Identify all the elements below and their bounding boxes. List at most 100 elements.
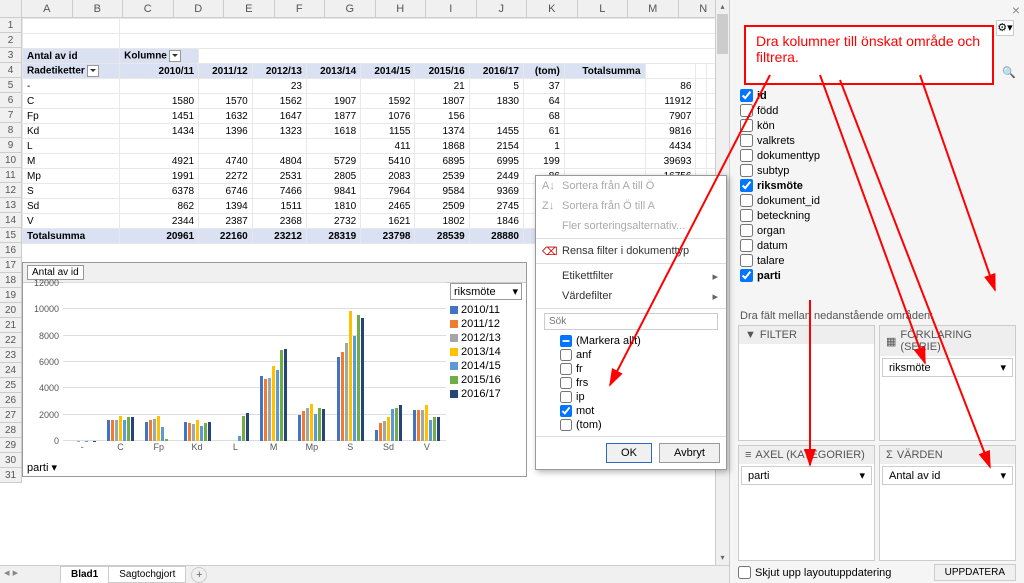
- row-header[interactable]: 3: [0, 48, 22, 63]
- row-header[interactable]: 18: [0, 273, 22, 288]
- panel-close-icon[interactable]: ×: [1012, 2, 1020, 18]
- add-sheet-button[interactable]: +: [191, 567, 207, 583]
- row-header[interactable]: 22: [0, 333, 22, 348]
- row-header[interactable]: 11: [0, 168, 22, 183]
- row-header[interactable]: 15: [0, 228, 22, 243]
- defer-checkbox[interactable]: Skjut upp layoutuppdatering: [738, 566, 891, 579]
- filter-check-item[interactable]: frs: [560, 376, 718, 390]
- row-header[interactable]: 23: [0, 348, 22, 363]
- col-header[interactable]: E: [224, 0, 275, 17]
- sheet-tab-bar: ◂ ▸ Blad1 Sagtochgjort +: [0, 565, 729, 583]
- value-filter-item[interactable]: Värdefilter▸: [536, 286, 726, 306]
- sheet-tab-other[interactable]: Sagtochgjort: [108, 566, 186, 583]
- row-header[interactable]: 4: [0, 63, 22, 78]
- filter-check-item[interactable]: fr: [560, 362, 718, 376]
- ok-button[interactable]: OK: [606, 443, 652, 463]
- filter-icon: ▼: [745, 329, 756, 341]
- row-header[interactable]: 2: [0, 33, 22, 48]
- col-header[interactable]: K: [527, 0, 578, 17]
- field-item[interactable]: datum: [740, 238, 1004, 253]
- row-header[interactable]: 31: [0, 468, 22, 483]
- field-item[interactable]: subtyp: [740, 163, 1004, 178]
- values-area[interactable]: ΣVÄRDEN Antal av id▾: [879, 445, 1016, 561]
- field-item[interactable]: beteckning: [740, 208, 1004, 223]
- row-header[interactable]: 24: [0, 363, 22, 378]
- chart-legend: riksmöte▾ 2010/112011/122012/132013/1420…: [450, 283, 522, 402]
- row-header[interactable]: 27: [0, 408, 22, 423]
- row-header[interactable]: 8: [0, 123, 22, 138]
- more-sort-item[interactable]: Fler sorteringsalternativ...: [536, 216, 726, 236]
- legend-area[interactable]: ▦FÖRKLARING (SERIE) riksmöte▾: [879, 325, 1016, 441]
- filter-check-item[interactable]: anf: [560, 348, 718, 362]
- filter-check-item[interactable]: ip: [560, 390, 718, 404]
- row-header[interactable]: 9: [0, 138, 22, 153]
- axis-area-item[interactable]: parti▾: [741, 466, 872, 485]
- col-header[interactable]: B: [73, 0, 124, 17]
- col-header[interactable]: A: [22, 0, 73, 17]
- sheet-tab-active[interactable]: Blad1: [60, 566, 109, 583]
- field-item[interactable]: kön: [740, 118, 1004, 133]
- sort-za-item[interactable]: Z↓Sortera från Ö till A: [536, 196, 726, 216]
- filter-check-item[interactable]: mot: [560, 404, 718, 418]
- chart-legend-title[interactable]: riksmöte▾: [450, 283, 522, 300]
- axis-area[interactable]: ≡AXEL (KATEGORIER) parti▾: [738, 445, 875, 561]
- row-header[interactable]: 29: [0, 438, 22, 453]
- field-item[interactable]: född: [740, 103, 1004, 118]
- row-header[interactable]: 14: [0, 213, 22, 228]
- filter-area[interactable]: ▼FILTER: [738, 325, 875, 441]
- field-item[interactable]: parti: [740, 268, 1004, 283]
- sort-az-item[interactable]: A↓Sortera från A till Ö: [536, 176, 726, 196]
- search-icon[interactable]: 🔍: [1002, 66, 1018, 82]
- row-header[interactable]: 19: [0, 288, 22, 303]
- label-filter-item[interactable]: Etikettfilter▸: [536, 266, 726, 286]
- col-header[interactable]: C: [123, 0, 174, 17]
- row-header[interactable]: 28: [0, 423, 22, 438]
- filter-checklist[interactable]: (Markera allt)anffrfrsipmot(tom): [560, 334, 718, 432]
- row-header[interactable]: 16: [0, 243, 22, 258]
- row-header[interactable]: 25: [0, 378, 22, 393]
- row-header[interactable]: 26: [0, 393, 22, 408]
- field-item[interactable]: organ: [740, 223, 1004, 238]
- col-header[interactable]: D: [174, 0, 225, 17]
- row-header[interactable]: 30: [0, 453, 22, 468]
- cancel-button[interactable]: Avbryt: [659, 443, 720, 463]
- row-header[interactable]: 5: [0, 78, 22, 93]
- row-header[interactable]: 1: [0, 18, 22, 33]
- tab-nav-arrows[interactable]: ◂ ▸: [4, 566, 18, 579]
- field-item[interactable]: dokument_id: [740, 193, 1004, 208]
- chart-axis-filter[interactable]: parti ▾: [27, 462, 57, 474]
- field-item[interactable]: id: [740, 88, 1004, 103]
- field-item[interactable]: valkrets: [740, 133, 1004, 148]
- field-list[interactable]: idföddkönvalkretsdokumenttypsubtypriksmö…: [740, 88, 1004, 303]
- columns-icon: ▦: [886, 335, 896, 348]
- col-header[interactable]: H: [376, 0, 427, 17]
- chart-x-axis: -CFpKdLMMpSSdV: [63, 442, 446, 456]
- field-item[interactable]: riksmöte: [740, 178, 1004, 193]
- row-header[interactable]: 7: [0, 108, 22, 123]
- col-header[interactable]: F: [275, 0, 326, 17]
- row-header[interactable]: 12: [0, 183, 22, 198]
- filter-check-item[interactable]: (tom): [560, 418, 718, 432]
- row-header[interactable]: 10: [0, 153, 22, 168]
- values-area-item[interactable]: Antal av id▾: [882, 466, 1013, 485]
- chart-plot-area: [63, 283, 446, 441]
- row-header[interactable]: 20: [0, 303, 22, 318]
- row-header[interactable]: 6: [0, 93, 22, 108]
- field-item[interactable]: talare: [740, 253, 1004, 268]
- col-header[interactable]: M: [628, 0, 679, 17]
- update-button[interactable]: UPPDATERA: [934, 564, 1016, 581]
- gear-icon[interactable]: ⚙▾: [996, 20, 1014, 36]
- col-header[interactable]: L: [578, 0, 629, 17]
- row-header[interactable]: 21: [0, 318, 22, 333]
- filter-check-item[interactable]: (Markera allt): [560, 334, 718, 348]
- col-header[interactable]: G: [325, 0, 376, 17]
- field-item[interactable]: dokumenttyp: [740, 148, 1004, 163]
- pivot-chart[interactable]: Antal av id 020004000600080001000012000 …: [22, 262, 527, 477]
- filter-search-input[interactable]: [544, 313, 718, 330]
- row-header[interactable]: 17: [0, 258, 22, 273]
- row-header[interactable]: 13: [0, 198, 22, 213]
- col-header[interactable]: I: [426, 0, 477, 17]
- legend-area-item[interactable]: riksmöte▾: [882, 358, 1013, 377]
- clear-filter-item[interactable]: ⌫Rensa filter i dokumenttyp: [536, 241, 726, 261]
- col-header[interactable]: J: [477, 0, 528, 17]
